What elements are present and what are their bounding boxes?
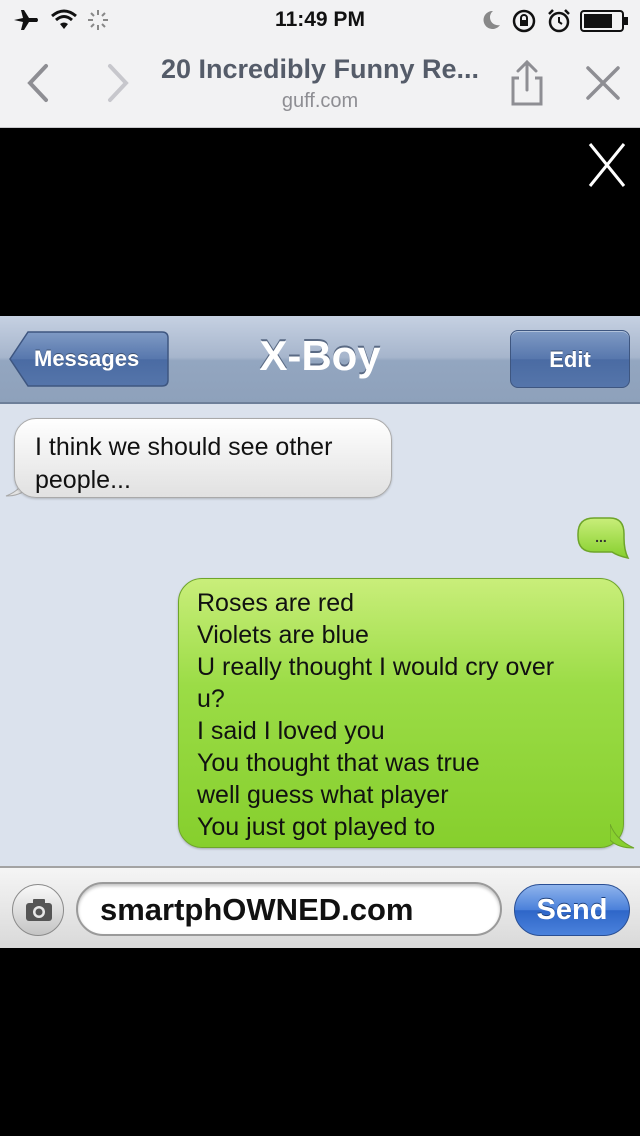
- camera-button: [12, 884, 64, 936]
- battery-icon: [580, 10, 628, 32]
- do-not-disturb-icon: [483, 10, 500, 29]
- edit-button: Edit: [510, 330, 630, 388]
- typing-dots: ...: [595, 529, 607, 545]
- typing-indicator-bubble: ...: [577, 517, 630, 560]
- browser-nav-bar: 20 Incredibly Funny Re... guff.com: [0, 40, 640, 128]
- page-title[interactable]: 20 Incredibly Funny Re...: [140, 54, 500, 85]
- outgoing-message-bubble: Roses are red Violets are blue U really …: [178, 578, 624, 848]
- incoming-message-bubble: I think we should see other people...: [14, 418, 392, 498]
- outgoing-line: Roses are red: [197, 589, 355, 617]
- outgoing-line: Violets are blue: [197, 621, 369, 649]
- send-label: Send: [536, 894, 608, 926]
- outgoing-bubble-tail: [610, 824, 635, 849]
- outgoing-line: well guess what player: [197, 781, 449, 809]
- back-chevron-icon[interactable]: [14, 58, 64, 108]
- forward-chevron-icon[interactable]: [92, 58, 142, 108]
- outgoing-line: U really thought I would cry over: [197, 653, 555, 681]
- close-icon[interactable]: [578, 58, 628, 108]
- alarm-icon: [548, 9, 570, 33]
- share-icon[interactable]: [502, 58, 552, 108]
- outgoing-line: You just got played to: [197, 813, 436, 841]
- screenshot-image: Messages X-Boy Edit I think we should se…: [0, 316, 640, 948]
- page-domain[interactable]: guff.com: [140, 90, 500, 113]
- message-text-value: smartphOWNED.com: [100, 892, 414, 927]
- outgoing-line: You thought that was true: [197, 749, 480, 777]
- outgoing-line: I said I loved you: [197, 717, 385, 745]
- message-text-field: smartphOWNED.com: [76, 882, 502, 936]
- incoming-message-text: I think we should see other people...: [35, 433, 333, 494]
- close-x-icon[interactable]: [584, 140, 630, 190]
- outgoing-line: u?: [197, 685, 225, 713]
- messages-nav-bar: Messages X-Boy Edit: [0, 316, 640, 404]
- edit-label: Edit: [549, 347, 591, 372]
- rotation-lock-icon: [512, 9, 536, 33]
- message-input-bar: smartphOWNED.com Send: [0, 866, 640, 948]
- status-time: 11:49 PM: [275, 8, 365, 31]
- status-bar: 11:49 PM: [0, 0, 640, 40]
- camera-icon: [26, 899, 52, 921]
- conversation-area: I think we should see other people... ..…: [0, 404, 640, 866]
- send-button: Send: [514, 884, 630, 936]
- browser-chrome: 11:49 PM 20 Incredibly Funny Re... guff.…: [0, 0, 640, 128]
